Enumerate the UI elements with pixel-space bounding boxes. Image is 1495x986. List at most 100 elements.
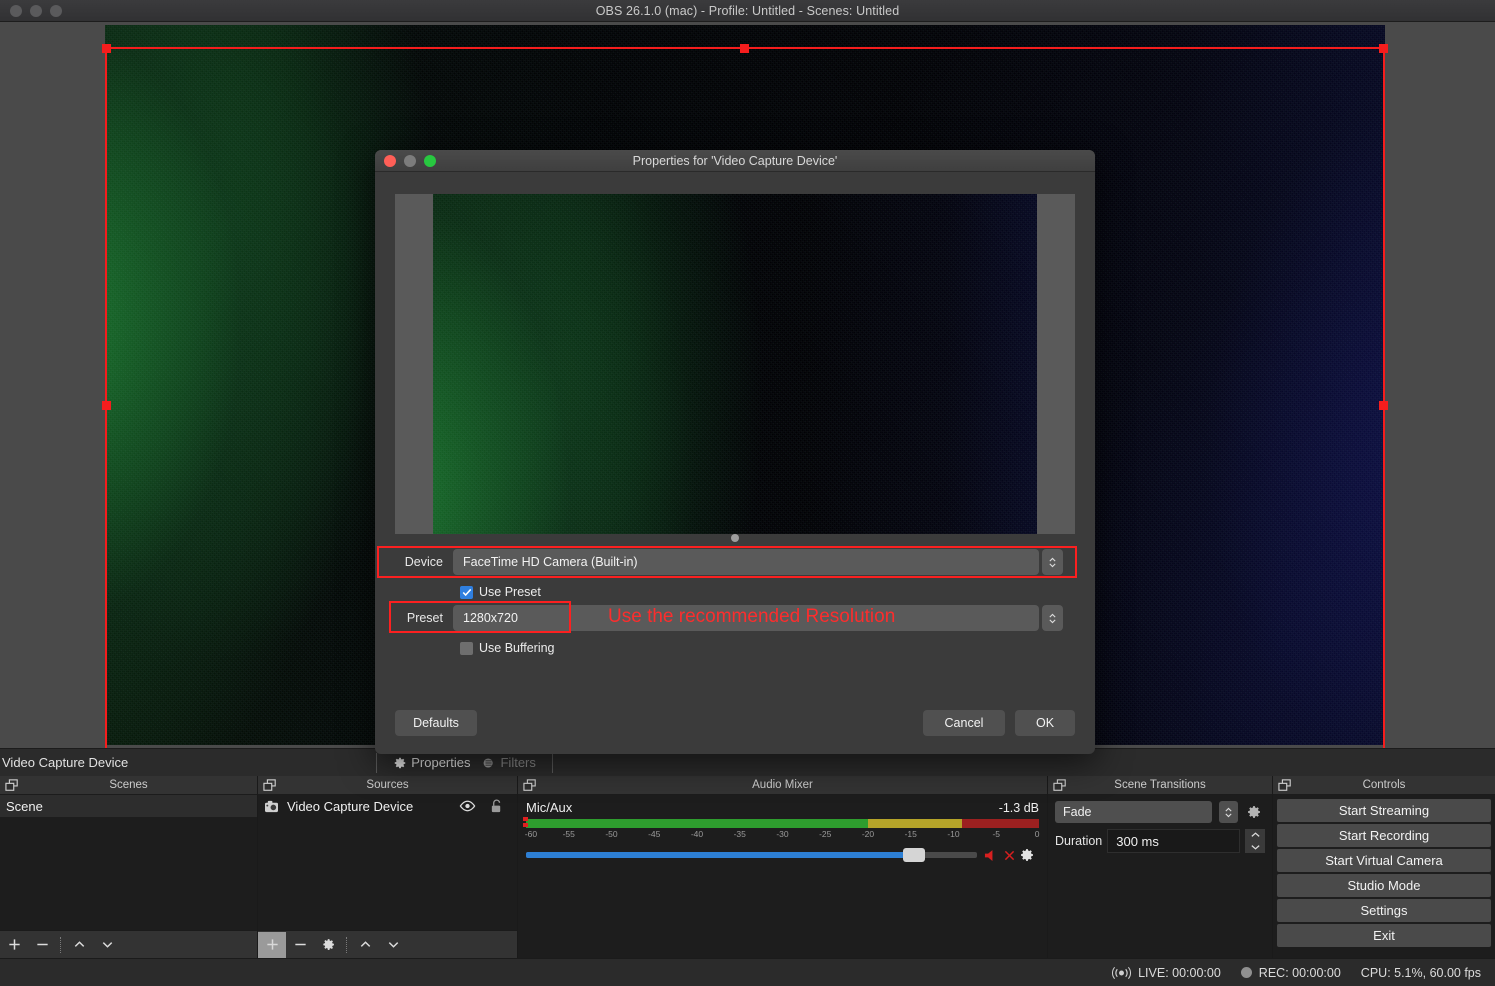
volume-meter [526, 819, 1039, 828]
meter-tick-label: -45 [648, 829, 660, 839]
controls-dock: Controls Start StreamingStart RecordingS… [1273, 776, 1495, 958]
toolbar-divider-2 [552, 753, 553, 773]
properties-button[interactable]: Properties [387, 751, 476, 775]
audio-settings-gear-icon[interactable] [1019, 847, 1035, 863]
unlock-icon[interactable] [490, 799, 503, 814]
duration-increase-icon[interactable] [1245, 829, 1265, 841]
sources-toolbar-divider [346, 937, 347, 953]
remove-scene-button[interactable] [28, 932, 56, 958]
peak-indicator [523, 817, 528, 829]
duration-input[interactable]: 300 ms [1107, 829, 1240, 853]
duration-decrease-icon[interactable] [1245, 841, 1265, 853]
use-buffering-row[interactable]: Use Buffering [375, 636, 1095, 660]
meter-tick-label: -35 [734, 829, 746, 839]
control-button-start-recording[interactable]: Start Recording [1277, 824, 1491, 847]
window-title: OBS 26.1.0 (mac) - Profile: Untitled - S… [0, 4, 1495, 18]
live-timer-label: LIVE: 00:00:00 [1138, 966, 1221, 980]
cancel-button-label: Cancel [945, 716, 984, 730]
audio-mixer-title: Audio Mixer [752, 779, 813, 791]
duration-stepper[interactable] [1245, 829, 1265, 853]
meter-tick-label: 0 [1035, 829, 1040, 839]
mixer-channel-name: Mic/Aux [526, 800, 572, 815]
control-button-start-streaming[interactable]: Start Streaming [1277, 799, 1491, 822]
use-preset-label: Use Preset [479, 585, 541, 599]
source-item-label: Video Capture Device [287, 799, 413, 814]
preset-label: Preset [375, 611, 453, 625]
move-source-down-button[interactable] [379, 932, 407, 958]
scene-transitions-dock: Scene Transitions Fade [1048, 776, 1273, 958]
dialog-titlebar: Properties for 'Video Capture Device' [375, 150, 1095, 172]
control-button-start-virtual-camera[interactable]: Start Virtual Camera [1277, 849, 1491, 872]
meter-segment-green [526, 819, 868, 828]
filters-button-label: Filters [500, 755, 535, 770]
meter-tick-label: -55 [563, 829, 575, 839]
dialog-title: Properties for 'Video Capture Device' [375, 154, 1095, 168]
audio-mixer-dock: Audio Mixer Mic/Aux -1.3 dB [518, 776, 1048, 958]
dialog-feed-grain [433, 194, 1037, 534]
move-scene-up-button[interactable] [65, 932, 93, 958]
sources-toolbar [258, 930, 517, 958]
meter-tick-label: -60 [525, 829, 537, 839]
live-status: LIVE: 00:00:00 [1112, 966, 1221, 980]
eye-icon[interactable] [459, 800, 476, 812]
meter-tick-label: -20 [862, 829, 874, 839]
move-scene-down-button[interactable] [93, 932, 121, 958]
dialog-camera-video [433, 194, 1037, 534]
preview-resize-grip[interactable] [731, 534, 739, 542]
mixer-channel: Mic/Aux -1.3 dB -60-55-50-45-40-35-30-25… [518, 795, 1047, 863]
device-select[interactable]: FaceTime HD Camera (Built-in) [453, 549, 1039, 575]
use-buffering-checkbox[interactable] [460, 642, 473, 655]
transition-select[interactable]: Fade [1055, 801, 1212, 823]
scene-list-item[interactable]: Scene [0, 795, 257, 817]
volume-slider[interactable] [526, 852, 977, 858]
cancel-button[interactable]: Cancel [923, 710, 1005, 736]
preset-select-arrows-icon[interactable] [1042, 605, 1063, 631]
meter-segment-yellow [868, 819, 962, 828]
ok-button-label: OK [1036, 716, 1054, 730]
scenes-toolbar-divider [60, 937, 61, 953]
properties-dialog[interactable]: Properties for 'Video Capture Device' De… [375, 150, 1095, 754]
float-window-icon[interactable] [1278, 779, 1292, 792]
scene-transitions-title: Scene Transitions [1114, 779, 1205, 791]
add-scene-button[interactable] [0, 932, 28, 958]
float-window-icon[interactable] [1053, 779, 1067, 792]
mute-speaker-icon[interactable] [983, 848, 1000, 863]
ok-button[interactable]: OK [1015, 710, 1075, 736]
meter-tick-label: -25 [819, 829, 831, 839]
float-window-icon[interactable] [263, 779, 277, 792]
defaults-button[interactable]: Defaults [395, 710, 477, 736]
device-select-arrows-icon[interactable] [1042, 549, 1063, 575]
filters-button[interactable]: Filters [476, 751, 541, 775]
dialog-form: Device FaceTime HD Camera (Built-in) Use… [375, 548, 1095, 660]
float-window-icon[interactable] [5, 779, 19, 792]
add-source-button[interactable] [258, 932, 286, 958]
meter-tick-label: -10 [947, 829, 959, 839]
meter-segment-red [962, 819, 1039, 828]
transition-select-arrows-icon[interactable] [1219, 801, 1238, 823]
volume-slider-knob[interactable] [903, 848, 925, 862]
scene-item-label: Scene [6, 799, 43, 814]
transition-select-value: Fade [1063, 805, 1092, 819]
scene-transitions-header: Scene Transitions [1048, 776, 1272, 795]
transition-duration-row: Duration 300 ms [1055, 829, 1265, 853]
control-button-label: Studio Mode [1348, 878, 1421, 893]
scenes-toolbar [0, 930, 257, 958]
control-button-studio-mode[interactable]: Studio Mode [1277, 874, 1491, 897]
broadcast-icon [1112, 966, 1131, 980]
transition-properties-gear-icon[interactable] [1243, 804, 1265, 820]
move-source-up-button[interactable] [351, 932, 379, 958]
remove-source-button[interactable] [286, 932, 314, 958]
transition-select-row: Fade [1055, 801, 1265, 823]
scenes-dock-title: Scenes [109, 779, 147, 791]
use-preset-checkbox[interactable] [460, 586, 473, 599]
device-select-value: FaceTime HD Camera (Built-in) [463, 555, 638, 569]
source-list-item[interactable]: Video Capture Device [258, 795, 517, 817]
control-button-settings[interactable]: Settings [1277, 899, 1491, 922]
float-window-icon[interactable] [523, 779, 537, 792]
use-preset-row[interactable]: Use Preset [375, 580, 1095, 604]
source-properties-button[interactable] [314, 932, 342, 958]
use-buffering-label: Use Buffering [479, 641, 555, 655]
control-button-exit[interactable]: Exit [1277, 924, 1491, 947]
dialog-camera-preview [395, 194, 1075, 534]
audio-mixer-header: Audio Mixer [518, 776, 1047, 795]
